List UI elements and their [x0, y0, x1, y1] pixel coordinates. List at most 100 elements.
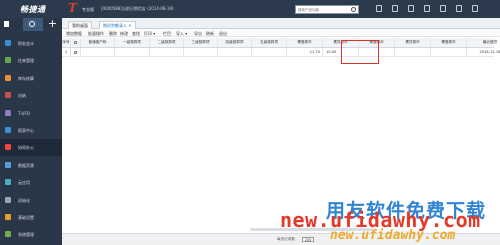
- module-icon: [5, 231, 11, 238]
- table-cell[interactable]: 11.70: [287, 48, 323, 56]
- toolbar-exit[interactable]: 退出: [219, 31, 227, 37]
- column-header[interactable]: 二级核算项: [150, 38, 184, 47]
- sidebar-item-label: 报表中心: [18, 128, 34, 133]
- column-header[interactable]: 累借原币: [431, 38, 467, 47]
- column-header[interactable]: 一级核算项: [115, 38, 150, 47]
- column-header[interactable]: [71, 38, 81, 47]
- search-icon[interactable]: [351, 7, 356, 12]
- sidebar-item-label: 基础设置: [18, 215, 34, 220]
- window-icon[interactable]: [456, 5, 462, 12]
- account-info: [0000588]当前日期用友 (2014-08-19): [101, 6, 174, 11]
- sidebar-item[interactable]: 基础设置: [0, 209, 62, 226]
- select-all-checkbox[interactable]: [74, 40, 77, 44]
- column-header[interactable]: 三级核算项: [184, 38, 218, 47]
- toolbar-find[interactable]: 查找: [132, 31, 140, 37]
- toolbar-print[interactable]: 打印 ▾: [144, 31, 155, 37]
- table-cell[interactable]: [252, 48, 287, 56]
- module-icon: [5, 161, 11, 168]
- sidebar-item[interactable]: 报表中心: [0, 122, 62, 139]
- table-cell[interactable]: 1: [62, 48, 71, 56]
- column-header[interactable]: 累贷原币: [395, 38, 431, 47]
- toolbar-import[interactable]: 导入 ▾: [176, 31, 187, 37]
- table-cell[interactable]: [150, 48, 184, 56]
- module-icon: [5, 40, 11, 46]
- search-input[interactable]: [296, 6, 348, 13]
- column-header[interactable]: 普通客户码: [81, 38, 115, 47]
- toolbar-add-data[interactable]: 增加数据: [66, 31, 82, 37]
- module-icon: [5, 144, 11, 151]
- module-icon: [5, 179, 11, 186]
- sidebar-item[interactable]: 系统管理: [0, 226, 62, 243]
- column-header[interactable]: 序号: [62, 38, 71, 47]
- mobile-icon[interactable]: [408, 5, 414, 12]
- page-size-label: 每页记录数: [277, 237, 295, 241]
- edition-label: 专业版: [82, 7, 94, 12]
- sidebar-item[interactable]: 出纳: [0, 87, 62, 104]
- module-icon: [5, 57, 11, 64]
- tab-opening-balance[interactable]: 期初余额录入 ×: [99, 21, 136, 29]
- sidebar-item[interactable]: 往来管理: [0, 52, 62, 69]
- help-icon[interactable]: [392, 5, 398, 12]
- table-cell[interactable]: [81, 48, 115, 56]
- table-cell[interactable]: [431, 48, 467, 56]
- top-icon-group: [376, 5, 478, 12]
- sidebar-item-label: 数据资源: [18, 162, 34, 168]
- table-header-row: 序号 普通客户码 一级核算项 二级核算项 三级核算项 四级核算项 五级核算项 累借原币 累贷原币…: [62, 38, 497, 48]
- sidebar-add-button[interactable]: +: [43, 18, 62, 31]
- toolbar-refresh[interactable]: 刷新: [206, 31, 214, 37]
- sidebar-search-button[interactable]: [23, 18, 43, 31]
- power-icon[interactable]: [472, 5, 478, 12]
- sidebar-item-label: 系统管理: [18, 232, 34, 238]
- message-icon[interactable]: [376, 5, 382, 12]
- sidebar-item[interactable]: T-UFO: [0, 105, 62, 122]
- table-cell[interactable]: [115, 48, 150, 56]
- page-size-input[interactable]: 200: [302, 237, 314, 242]
- sidebar-top: +: [0, 18, 62, 31]
- table-row[interactable]: 1 11.70 10.00 2016-12-16: [62, 48, 500, 57]
- sidebar-item[interactable]: 云应用: [0, 174, 62, 191]
- toolbar-edit[interactable]: 修改: [120, 31, 128, 37]
- sidebar: + 财务会计往来管理库存核算出纳 T-UFO 报表中心协同办公数据资源云应用初始化基…: [0, 18, 62, 245]
- sidebar-item-label: 出纳: [18, 93, 26, 99]
- settings-icon[interactable]: [440, 5, 446, 12]
- sidebar-item[interactable]: 库存核算: [0, 70, 62, 87]
- top-bar: 畅捷通 T 专业版 [0000588]当前日期用友 (2014-08-19): [0, 0, 500, 18]
- user-icon[interactable]: [424, 5, 430, 12]
- row-checkbox[interactable]: [74, 50, 77, 54]
- module-icon: [5, 214, 11, 220]
- column-header[interactable]: 四级核算项: [218, 38, 252, 47]
- toolbar: 增加数据 批量操作 删除 修改 查找 打印 ▾ 栏目 导入 ▾ 导出 刷新 退出: [62, 29, 500, 37]
- tab-my-desktop[interactable]: 我的桌面: [68, 21, 92, 29]
- module-icon: [5, 109, 11, 116]
- table-cell[interactable]: 2016-12-16: [467, 48, 500, 56]
- logo-mark: T: [68, 1, 77, 15]
- sidebar-item[interactable]: 初始化: [0, 192, 62, 209]
- menu-icon[interactable]: [4, 21, 9, 27]
- search-icon: [29, 21, 35, 27]
- watermark-url-secondary: new.ufidawhy.com: [330, 228, 456, 243]
- module-icon: [5, 92, 11, 99]
- sidebar-item[interactable]: 数据资源: [0, 157, 62, 174]
- column-header[interactable]: 五级核算项: [252, 38, 287, 47]
- sidebar-item-label: 协同办公: [18, 145, 34, 151]
- search-box[interactable]: [295, 5, 359, 14]
- tab-bar: 我的桌面 期初余额录入 ×: [62, 18, 500, 29]
- sidebar-item[interactable]: 财务会计: [0, 35, 62, 52]
- toolbar-batch[interactable]: 批量操作: [88, 31, 104, 37]
- toolbar-export[interactable]: 导出: [194, 31, 202, 37]
- module-icon: [5, 127, 11, 133]
- toolbar-delete[interactable]: 删除: [109, 31, 117, 37]
- module-icon: [5, 74, 11, 81]
- table-cell[interactable]: [184, 48, 218, 56]
- column-header[interactable]: 最近借贷: [467, 38, 500, 47]
- sidebar-item-label: 初始化: [18, 197, 30, 203]
- sidebar-item-label: 库存核算: [18, 75, 34, 81]
- column-header[interactable]: 累借原币: [287, 38, 323, 47]
- table-cell[interactable]: [71, 48, 81, 56]
- sidebar-item-label: 财务会计: [18, 41, 34, 46]
- sidebar-item[interactable]: 协同办公: [0, 139, 62, 157]
- toolbar-columns[interactable]: 栏目: [163, 31, 171, 37]
- table-cell[interactable]: [218, 48, 252, 56]
- sidebar-item-label: 往来管理: [18, 58, 34, 64]
- table-cell[interactable]: [395, 48, 431, 56]
